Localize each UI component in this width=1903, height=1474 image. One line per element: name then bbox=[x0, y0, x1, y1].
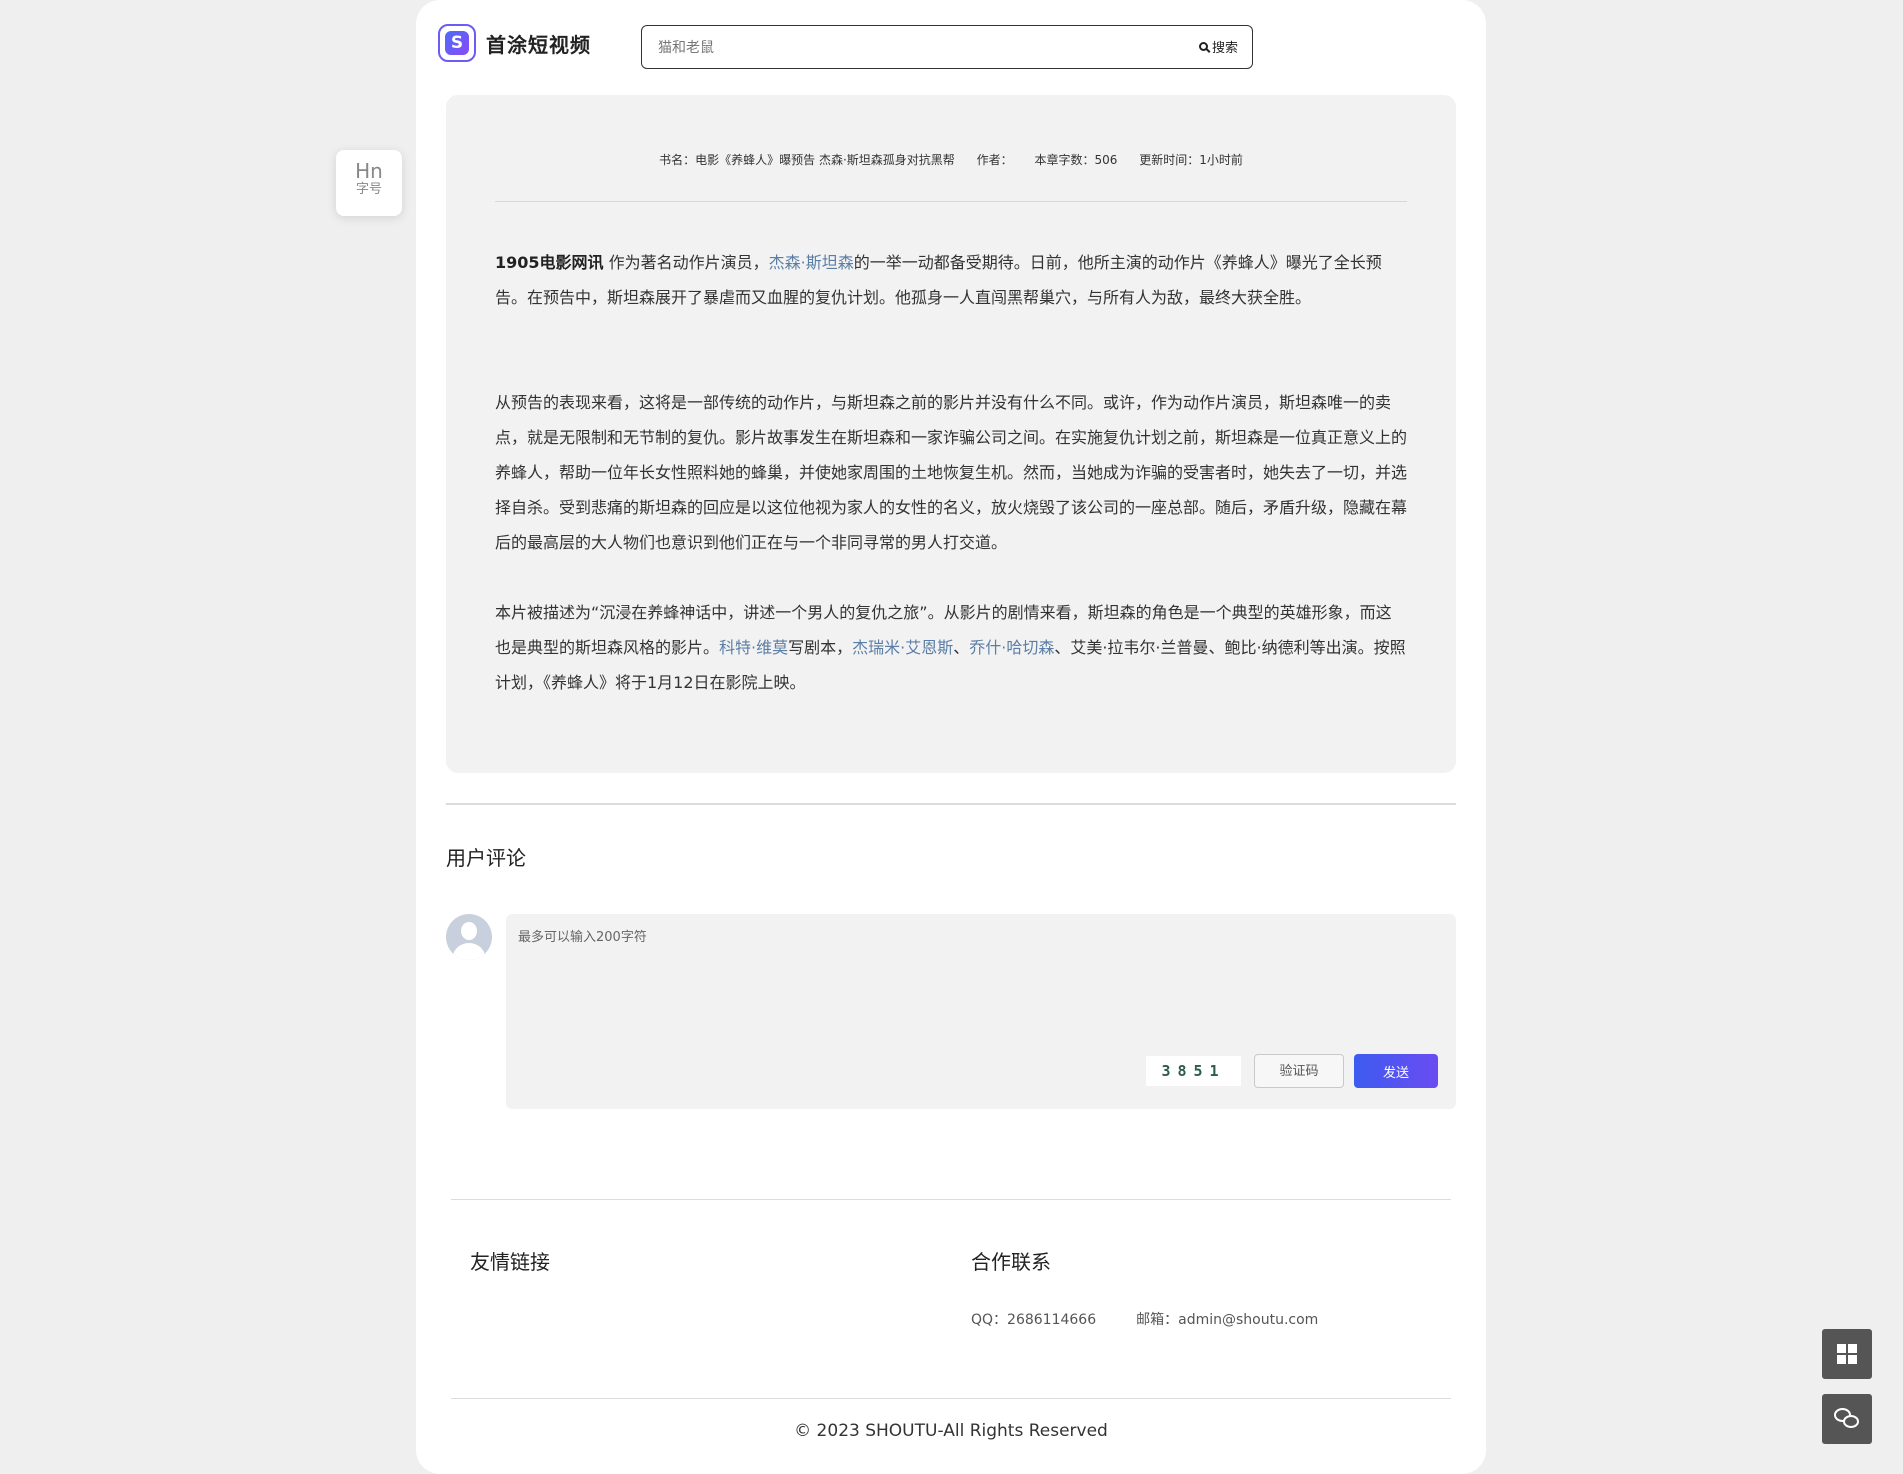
meta-word-count: 本章字数：506 bbox=[1034, 153, 1118, 167]
person-link-statham[interactable]: 杰森·斯坦森 bbox=[769, 253, 854, 272]
search-button-label: 搜索 bbox=[1211, 41, 1238, 56]
windows-button[interactable] bbox=[1822, 1329, 1872, 1379]
logo-mark-icon: S bbox=[438, 24, 476, 62]
avatar bbox=[446, 914, 492, 960]
contact-qq: QQ：2686114666 bbox=[971, 1312, 1097, 1328]
logo-text: 首涂短视频 bbox=[486, 32, 591, 57]
search-icon bbox=[1198, 42, 1208, 51]
meta-book-title: 书名：电影《养蜂人》曝预告 杰森·斯坦森孤身对抗黑帮 bbox=[659, 153, 955, 167]
send-button[interactable]: 发送 bbox=[1354, 1054, 1438, 1088]
page-container: S 首涂短视频 搜索 书名：电影《养蜂人》曝预告 杰森·斯坦森孤身对抗黑帮 作者… bbox=[416, 0, 1486, 1474]
text-span: 作为著名动作片演员， bbox=[603, 253, 769, 272]
font-size-icon: Hn bbox=[355, 159, 383, 183]
section-divider bbox=[446, 803, 1456, 805]
person-link-hutcherson[interactable]: 乔什·哈切森 bbox=[969, 638, 1054, 657]
comment-box: 3851 发送 bbox=[506, 914, 1456, 1109]
paragraph-3: 本片被描述为“沉浸在养蜂神话中，讲述一个男人的复仇之旅”。从影片的剧情来看，斯坦… bbox=[495, 595, 1407, 700]
captcha-image[interactable]: 3851 bbox=[1146, 1056, 1241, 1086]
comment-textarea[interactable] bbox=[516, 924, 1420, 1028]
source-label: 1905电影网讯 bbox=[495, 253, 604, 272]
contact-email: 邮箱：admin@shoutu.com bbox=[1136, 1312, 1319, 1328]
comments-title: 用户评论 bbox=[446, 846, 526, 870]
person-link-wimmer[interactable]: 科特·维莫 bbox=[719, 638, 788, 657]
copyright: © 2023 SHOUTU-All Rights Reserved bbox=[794, 1421, 1108, 1441]
meta-divider bbox=[495, 201, 1407, 202]
friend-links-title: 友情链接 bbox=[470, 1250, 550, 1274]
search-bar: 搜索 bbox=[641, 25, 1253, 69]
contact-title: 合作联系 bbox=[971, 1250, 1051, 1274]
text-span: 、 bbox=[953, 638, 970, 657]
wechat-icon bbox=[1834, 1408, 1860, 1430]
site-logo[interactable]: S 首涂短视频 bbox=[438, 24, 591, 62]
copyright-divider bbox=[451, 1398, 1451, 1399]
article-card: 书名：电影《养蜂人》曝预告 杰森·斯坦森孤身对抗黑帮 作者： 本章字数：506 … bbox=[446, 95, 1456, 773]
footer-divider bbox=[451, 1199, 1451, 1200]
captcha-input[interactable] bbox=[1254, 1054, 1344, 1088]
person-link-irons[interactable]: 杰瑞米·艾恩斯 bbox=[852, 638, 953, 657]
article-meta: 书名：电影《养蜂人》曝预告 杰森·斯坦森孤身对抗黑帮 作者： 本章字数：506 … bbox=[446, 151, 1456, 168]
search-button[interactable]: 搜索 bbox=[1198, 37, 1238, 56]
text-span: 写剧本， bbox=[788, 638, 853, 657]
contact-info: QQ：2686114666 邮箱：admin@shoutu.com bbox=[971, 1309, 1318, 1329]
paragraph-1: 1905电影网讯 作为著名动作片演员，杰森·斯坦森的一举一动都备受期待。日前，他… bbox=[495, 245, 1407, 315]
search-input[interactable] bbox=[656, 36, 1140, 60]
font-size-button[interactable]: Hn 字号 bbox=[336, 150, 402, 216]
meta-author: 作者： bbox=[976, 153, 1013, 167]
windows-icon bbox=[1837, 1344, 1857, 1364]
font-size-label: 字号 bbox=[355, 182, 382, 197]
wechat-button[interactable] bbox=[1822, 1394, 1872, 1444]
paragraph-2: 从预告的表现来看，这将是一部传统的动作片，与斯坦森之前的影片并没有什么不同。或许… bbox=[495, 393, 1408, 552]
article-body: 1905电影网讯 作为著名动作片演员，杰森·斯坦森的一举一动都备受期待。日前，他… bbox=[495, 245, 1407, 770]
meta-updated: 更新时间：1小时前 bbox=[1139, 153, 1243, 167]
